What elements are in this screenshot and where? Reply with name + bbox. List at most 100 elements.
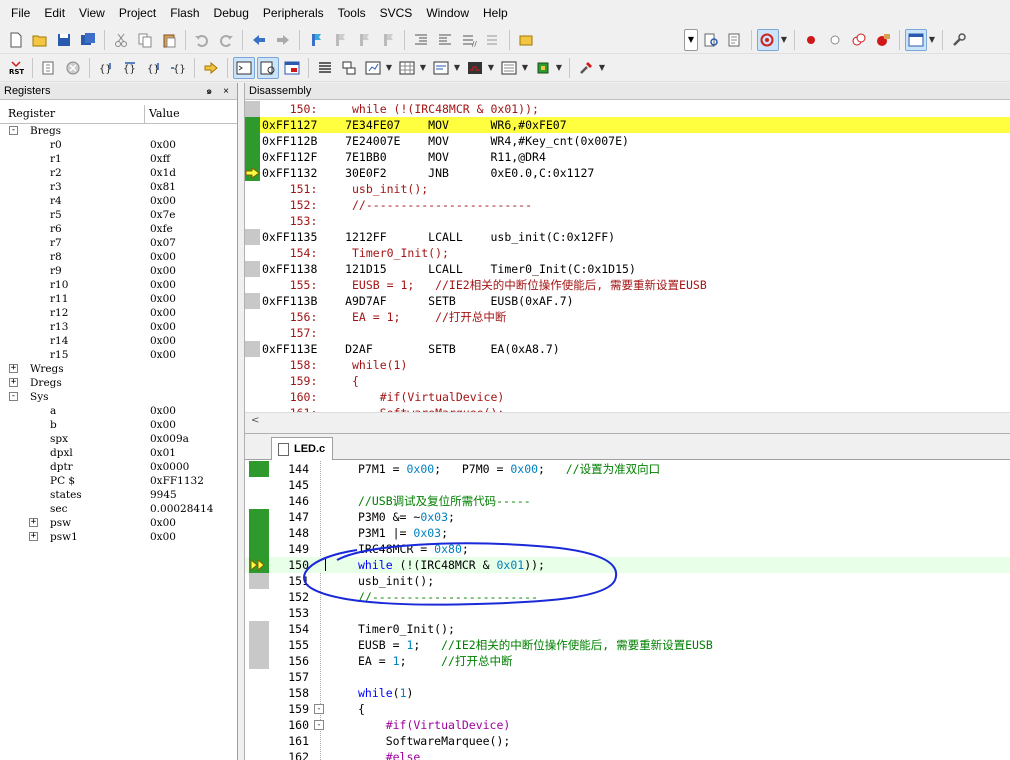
coverage-gutter[interactable] (249, 589, 269, 605)
fold-toggle-icon[interactable]: - (314, 720, 324, 730)
menu-window[interactable]: Window (419, 0, 476, 26)
source-line[interactable]: 160: #if(VirtualDevice) (245, 389, 1010, 405)
kill-all-breakpoints-icon[interactable] (872, 29, 894, 51)
code-line[interactable]: 162 #else (245, 749, 1010, 760)
register-value[interactable]: 0.00028414 (150, 502, 237, 516)
tab-led-c[interactable]: LED.c (271, 437, 333, 460)
source-line[interactable]: 152: //------------------------ (245, 197, 1010, 213)
unindent-icon[interactable] (434, 29, 456, 51)
menu-tools[interactable]: Tools (331, 0, 373, 26)
code-line[interactable]: 146 //USB调试及复位所需代码----- (245, 493, 1010, 509)
code-line[interactable]: 144 P7M1 = 0x00; P7M0 = 0x00; //设置为准双向口 (245, 461, 1010, 477)
code-line[interactable]: 161 SoftwareMarquee(); (245, 733, 1010, 749)
register-value[interactable]: 0x01 (150, 446, 237, 460)
register-value[interactable]: 0x00 (150, 306, 237, 320)
coverage-gutter[interactable] (245, 165, 260, 181)
asm-line[interactable]: 0xFF1138 121D15 LCALL Timer0_Init(C:0x1D… (245, 261, 1010, 277)
register-value[interactable]: 0x0000 (150, 460, 237, 474)
coverage-gutter[interactable] (245, 373, 260, 389)
coverage-gutter[interactable] (245, 341, 260, 357)
coverage-gutter[interactable] (249, 717, 269, 733)
clear-bookmarks-icon[interactable] (377, 29, 399, 51)
registers-window-icon[interactable] (314, 57, 336, 79)
expand-icon[interactable]: + (9, 364, 18, 373)
find-icon[interactable] (700, 29, 722, 51)
step-out-icon[interactable]: {} (143, 57, 165, 79)
code-line[interactable]: 145 (245, 477, 1010, 493)
register-value[interactable]: 0x00 (150, 250, 237, 264)
coverage-gutter[interactable] (245, 213, 260, 229)
pin-close-icon[interactable]: ๑ × (206, 83, 233, 99)
memory-dropdown-icon[interactable]: ▼ (419, 63, 427, 72)
code-line[interactable]: 159- { (245, 701, 1010, 717)
coverage-gutter[interactable] (245, 389, 260, 405)
code-line[interactable]: 160- #if(VirtualDevice) (245, 717, 1010, 733)
register-row[interactable]: b 0x00 (0, 418, 237, 432)
incremental-find-icon[interactable] (724, 29, 746, 51)
navigate-back-icon[interactable] (248, 29, 270, 51)
register-row[interactable]: r12 0x00 (0, 306, 237, 320)
register-row[interactable]: r3 0x81 (0, 180, 237, 194)
source-line[interactable]: 158: while(1) (245, 357, 1010, 373)
configure-icon[interactable] (948, 29, 970, 51)
register-row[interactable]: r15 0x00 (0, 348, 237, 362)
source-editor[interactable]: 144 P7M1 = 0x00; P7M0 = 0x00; //设置为准双向口 14… (245, 461, 1010, 760)
register-value[interactable]: 0x00 (150, 334, 237, 348)
save-all-icon[interactable] (77, 29, 99, 51)
coverage-gutter[interactable] (249, 461, 269, 477)
coverage-gutter[interactable] (249, 653, 269, 669)
collapse-icon[interactable]: - (9, 392, 18, 401)
menu-debug[interactable]: Debug (207, 0, 256, 26)
serial-dropdown-icon[interactable]: ▼ (453, 63, 461, 72)
register-row[interactable]: r1 0xff (0, 152, 237, 166)
col-register[interactable]: Register (0, 105, 145, 123)
register-row[interactable]: r4 0x00 (0, 194, 237, 208)
register-value[interactable]: 0x00 (150, 404, 237, 418)
trace-window-icon[interactable] (498, 57, 520, 79)
register-row[interactable]: + Dregs (0, 376, 237, 390)
asm-line[interactable]: 0xFF1135 1212FF LCALL usb_init(C:0x12FF) (245, 229, 1010, 245)
prev-bookmark-icon[interactable] (329, 29, 351, 51)
coverage-gutter[interactable] (249, 701, 269, 717)
coverage-gutter[interactable] (249, 637, 269, 653)
register-row[interactable]: r14 0x00 (0, 334, 237, 348)
analysis-dropdown-icon[interactable]: ▼ (487, 63, 495, 72)
disassembly-hscrollbar[interactable]: < (245, 412, 1010, 428)
register-value[interactable]: 0x00 (150, 348, 237, 362)
register-value[interactable]: 0x00 (150, 194, 237, 208)
register-row[interactable]: r7 0x07 (0, 236, 237, 250)
register-value[interactable] (150, 390, 237, 404)
coverage-gutter[interactable] (249, 493, 269, 509)
disable-all-breakpoints-icon[interactable] (848, 29, 870, 51)
window-layout-icon[interactable] (905, 28, 927, 51)
menu-svcs[interactable]: SVCS (373, 0, 420, 26)
col-value[interactable]: Value (145, 105, 237, 123)
coverage-gutter[interactable] (249, 509, 269, 525)
menu-peripherals[interactable]: Peripherals (256, 0, 331, 26)
scroll-left-icon[interactable]: < (251, 415, 259, 426)
register-value[interactable]: 0x81 (150, 180, 237, 194)
coverage-gutter[interactable] (245, 277, 260, 293)
register-value[interactable] (150, 124, 237, 138)
asm-line[interactable]: 0xFF113E D2AF SETB EA(0xA8.7) (245, 341, 1010, 357)
system-viewer-icon[interactable] (532, 57, 554, 79)
source-line[interactable]: 157: (245, 325, 1010, 341)
comment-icon[interactable]: // (458, 29, 480, 51)
register-value[interactable]: 0x00 (150, 516, 237, 530)
asm-line[interactable]: 0xFF1132 30E0F2 JNB 0xE0.0,C:0x1127 (245, 165, 1010, 181)
menu-project[interactable]: Project (112, 0, 163, 26)
register-value[interactable]: 0x00 (150, 264, 237, 278)
debug-session-icon[interactable] (757, 28, 779, 51)
call-stack-icon[interactable] (338, 57, 360, 79)
expand-icon[interactable]: + (29, 532, 38, 541)
run-to-cursor-icon[interactable]: {} (167, 57, 189, 79)
register-value[interactable]: 0x009a (150, 432, 237, 446)
step-into-icon[interactable]: {} (95, 57, 117, 79)
register-value[interactable] (150, 376, 237, 390)
show-next-statement-icon[interactable] (200, 57, 222, 79)
open-folder-icon[interactable] (29, 29, 51, 51)
code-line[interactable]: 156 EA = 1; //打开总中断 (245, 653, 1010, 669)
register-value[interactable]: 0xff (150, 152, 237, 166)
register-value[interactable]: 0x00 (150, 138, 237, 152)
menu-edit[interactable]: Edit (37, 0, 72, 26)
